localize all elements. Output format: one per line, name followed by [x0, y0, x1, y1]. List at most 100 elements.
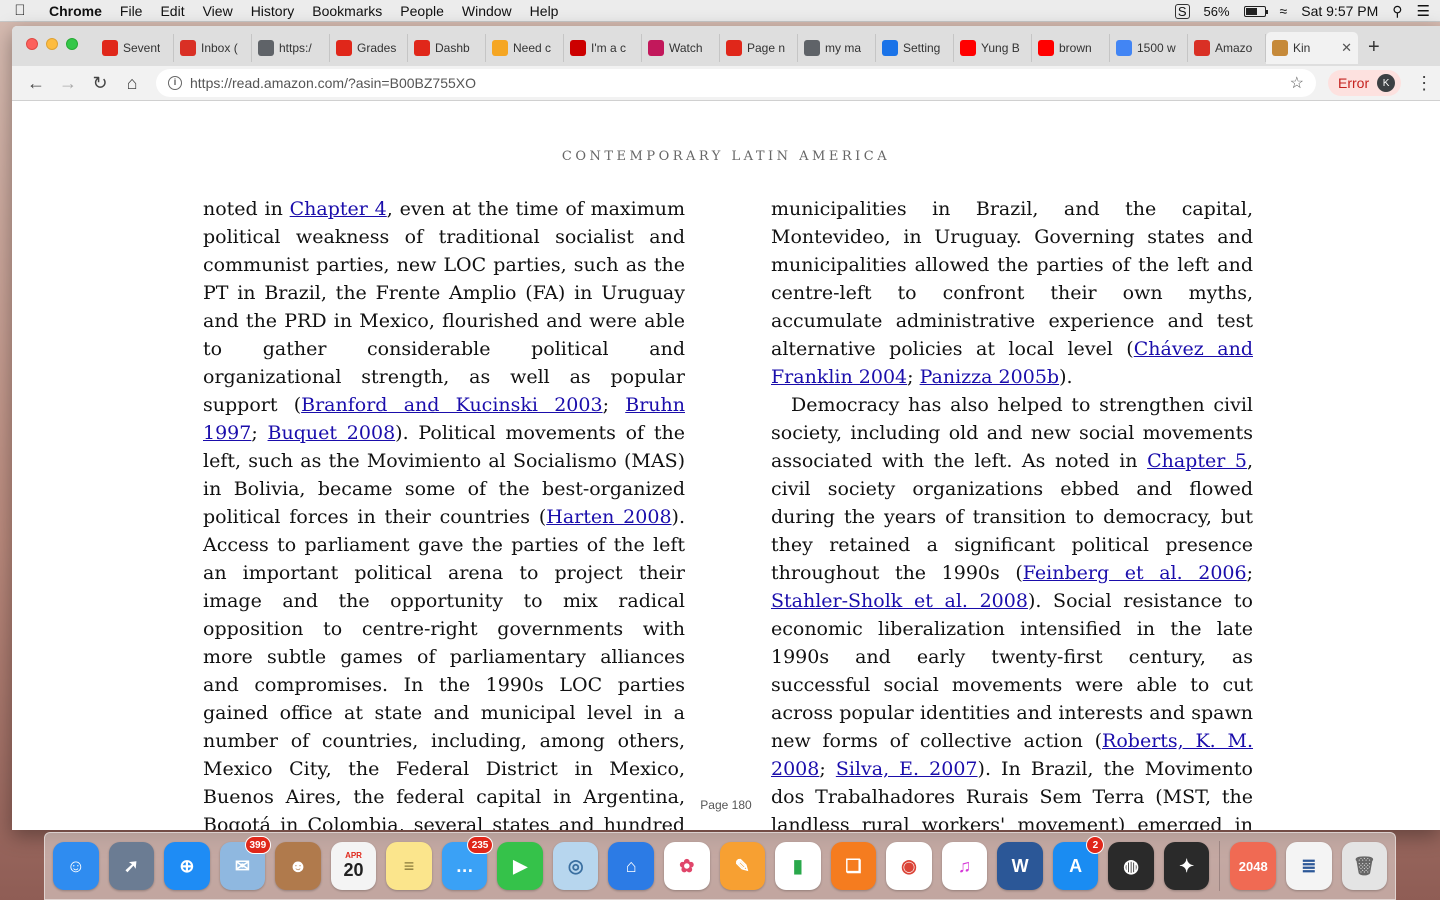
- browser-tab[interactable]: Setting: [876, 34, 954, 62]
- kindle-reader-page[interactable]: CONTEMPORARY LATIN AMERICA noted in Chap…: [12, 101, 1440, 830]
- kindle-reader-icon[interactable]: ✦: [1163, 842, 1210, 890]
- citation-link[interactable]: Stahler-Sholk et al. 2008: [771, 590, 1028, 612]
- tab-label: I'm a c: [591, 41, 626, 55]
- messages-icon[interactable]: … 235: [441, 836, 494, 890]
- itunes-icon[interactable]: ♫: [941, 842, 988, 890]
- citation-link[interactable]: Buquet 2008: [268, 422, 396, 444]
- chrome-icon[interactable]: ◉: [886, 842, 932, 890]
- wifi-icon[interactable]: ≈: [1280, 3, 1288, 19]
- browser-tab[interactable]: my ma: [798, 34, 876, 62]
- photos-icon[interactable]: ✿: [664, 842, 710, 890]
- home-icon[interactable]: ⌂: [116, 73, 148, 94]
- browser-tab[interactable]: Watch: [642, 34, 720, 62]
- menu-file[interactable]: File: [111, 3, 152, 19]
- citation-link[interactable]: Chapter 4: [290, 198, 387, 220]
- tab-label: Grades: [357, 41, 397, 55]
- url-text[interactable]: https://read.amazon.com/?asin=B00BZ755XO: [190, 75, 1290, 91]
- browser-tab[interactable]: Kin ✕: [1266, 32, 1358, 64]
- citation-link[interactable]: Branford and Kucinski 2003: [301, 394, 602, 416]
- dock-glyph: ♫: [957, 855, 972, 876]
- dock-glyph: W: [1011, 855, 1029, 876]
- citation-link[interactable]: Harten 2008: [546, 506, 671, 528]
- loading-ring-icon: [102, 40, 118, 56]
- battery-icon[interactable]: [1243, 5, 1268, 17]
- citation-link[interactable]: Chapter 5: [1147, 450, 1247, 472]
- pages-icon[interactable]: ✎: [719, 842, 766, 890]
- window-close-button[interactable]: [26, 38, 38, 50]
- browser-tab[interactable]: Dashb: [408, 34, 486, 62]
- browser-tab[interactable]: Page n: [720, 34, 798, 62]
- facetime-icon[interactable]: ▶: [497, 842, 543, 890]
- clock[interactable]: Sat 9:57 PM: [1301, 3, 1378, 19]
- dock-glyph: ⊕: [179, 855, 195, 876]
- window-minimize-button[interactable]: [46, 38, 58, 50]
- numbers-icon[interactable]: ▮: [775, 842, 821, 890]
- tab-list: Sevent Inbox (https:/ Grades Dashb Need c I'm…: [96, 32, 1358, 66]
- dock-glyph: 2048: [1238, 858, 1268, 874]
- reload-icon[interactable]: ↻: [84, 73, 116, 94]
- youtube-icon: [960, 40, 976, 56]
- launchpad-icon[interactable]: ➚: [108, 842, 155, 890]
- menu-bookmarks[interactable]: Bookmarks: [303, 3, 391, 19]
- running-head: CONTEMPORARY LATIN AMERICA: [561, 149, 891, 164]
- browser-tab[interactable]: Yung B: [954, 34, 1032, 62]
- browser-tab[interactable]: Inbox (: [174, 34, 252, 62]
- back-arrow-icon[interactable]: ←: [20, 73, 52, 94]
- new-tab-button[interactable]: +: [1368, 36, 1380, 59]
- browser-tab[interactable]: brown: [1032, 34, 1110, 62]
- browser-tab[interactable]: I'm a c: [564, 34, 642, 62]
- menu-help[interactable]: Help: [521, 3, 568, 19]
- mail-icon[interactable]: ✉ 399: [219, 836, 272, 890]
- browser-tab[interactable]: Need c: [486, 34, 564, 62]
- browser-tab[interactable]: Amazo: [1188, 34, 1266, 62]
- menu-window[interactable]: Window: [453, 3, 521, 19]
- menu-app-name[interactable]: Chrome: [40, 3, 111, 19]
- bookmark-star-icon[interactable]: ☆: [1290, 73, 1304, 93]
- tab-label: my ma: [825, 41, 861, 55]
- browser-tab[interactable]: Sevent: [96, 34, 174, 62]
- app-store-icon[interactable]: A2: [1052, 836, 1105, 890]
- ibooks-icon[interactable]: ❑: [830, 842, 877, 890]
- notification-badge: 235: [466, 836, 494, 854]
- contacts-icon[interactable]: ☻: [275, 842, 321, 890]
- browser-tab[interactable]: 1500 w: [1110, 34, 1188, 62]
- close-tab-icon[interactable]: ✕: [1341, 40, 1352, 56]
- dock-glyph: ✉: [234, 855, 250, 876]
- shield-icon[interactable]: S: [1174, 3, 1190, 19]
- word-icon[interactable]: W: [997, 842, 1043, 890]
- tab-label: Kin: [1293, 41, 1311, 55]
- keynote-icon[interactable]: ⌂: [608, 842, 655, 890]
- safari-icon[interactable]: ⊕: [164, 842, 210, 890]
- photo-booth-icon[interactable]: ◎: [552, 842, 599, 890]
- watch-icon: [648, 40, 664, 56]
- profile-button[interactable]: Error K: [1328, 70, 1402, 96]
- citation-link[interactable]: Panizza 2005b: [920, 366, 1059, 388]
- browser-tab[interactable]: https:/: [252, 34, 330, 62]
- body-text: ). Social resistance to economic liberal…: [771, 590, 1253, 752]
- browser-tab[interactable]: Grades: [330, 34, 408, 62]
- game-2048-icon[interactable]: 2048: [1230, 842, 1276, 890]
- calendar-icon[interactable]: APR 20: [330, 842, 377, 890]
- trash-icon[interactable]: 🗑: [1341, 842, 1388, 890]
- finder-icon[interactable]: ☺: [53, 842, 99, 890]
- notes-icon[interactable]: ≡: [386, 842, 432, 890]
- body-text: ;: [1246, 562, 1253, 584]
- screen-recorder-icon[interactable]: ◍: [1108, 842, 1154, 890]
- menu-people[interactable]: People: [391, 3, 453, 19]
- apple-menu-icon[interactable]: : [0, 2, 40, 19]
- site-info-icon[interactable]: i: [168, 76, 182, 90]
- spotlight-search-icon[interactable]: ⚲: [1392, 3, 1402, 20]
- menu-view[interactable]: View: [194, 3, 242, 19]
- youtube-icon: [1038, 40, 1054, 56]
- more-menu-icon[interactable]: ⋮: [1415, 73, 1433, 94]
- tab-label: 1500 w: [1137, 41, 1176, 55]
- citation-link[interactable]: Silva, E. 2007: [836, 758, 978, 780]
- forward-arrow-icon[interactable]: →: [52, 73, 84, 94]
- word-document-icon[interactable]: ≣: [1285, 842, 1332, 890]
- notification-center-icon[interactable]: ☰: [1417, 2, 1430, 20]
- address-bar[interactable]: i https://read.amazon.com/?asin=B00BZ755…: [156, 69, 1316, 97]
- menu-edit[interactable]: Edit: [151, 3, 193, 19]
- citation-link[interactable]: Feinberg et al. 2006: [1023, 562, 1247, 584]
- window-maximize-button[interactable]: [66, 38, 78, 50]
- menu-history[interactable]: History: [242, 3, 304, 19]
